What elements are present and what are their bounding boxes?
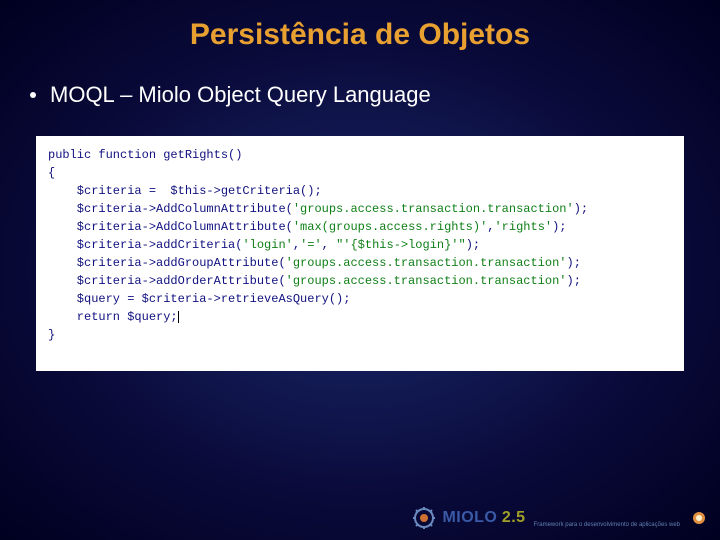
code-snippet: public function getRights() { $criteria …: [36, 136, 684, 371]
bullet-dot: [30, 92, 36, 98]
text-cursor: [178, 311, 179, 323]
footer-logo: MIOLO 2.5 Framework para o desenvolvimen…: [412, 506, 708, 530]
slide-title: Persistência de Objetos: [0, 0, 720, 52]
gear-icon: [412, 506, 436, 530]
logo-tagline: Framework para o desenvolvimento de apli…: [534, 522, 680, 528]
logo-name: MIOLO: [442, 509, 497, 526]
bullet-text: MOQL – Miolo Object Query Language: [50, 82, 431, 108]
bullet-item: MOQL – Miolo Object Query Language: [30, 82, 720, 108]
logo-version: 2.5: [502, 509, 526, 526]
code-line: public function getRights() { $criteria …: [48, 146, 672, 344]
solis-icon: [690, 509, 708, 527]
